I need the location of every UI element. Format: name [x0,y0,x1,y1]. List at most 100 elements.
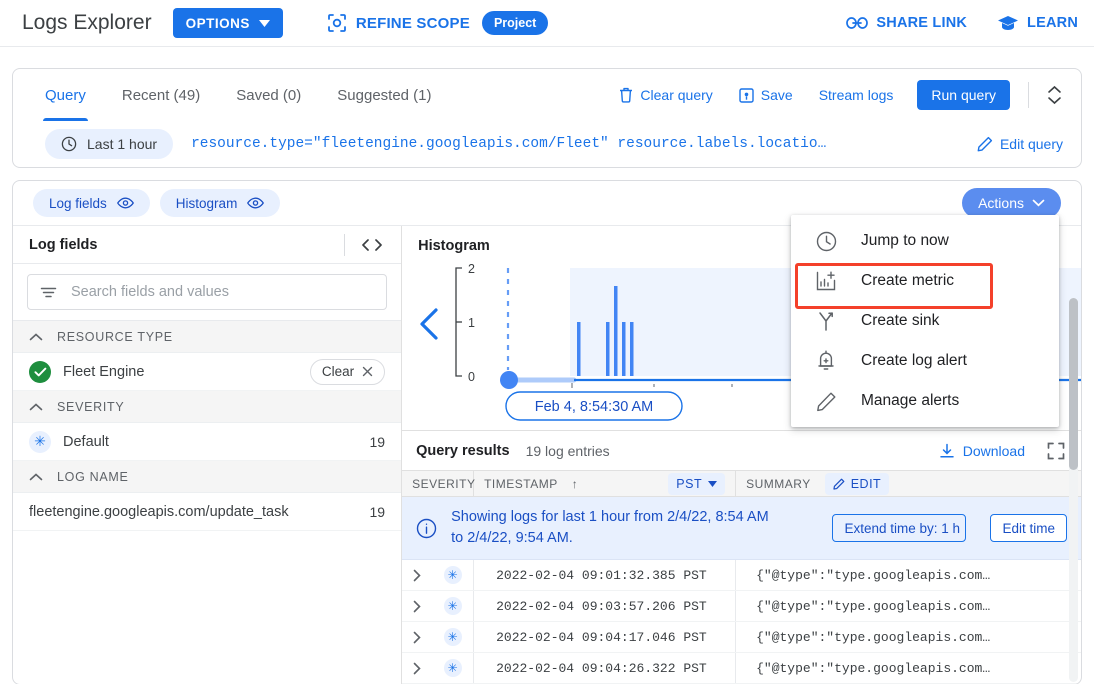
toggle-log-fields[interactable]: Log fields [33,189,150,217]
pencil-icon [815,390,837,412]
stream-logs-button[interactable]: Stream logs [819,87,894,103]
expand-row-icon[interactable] [402,653,432,683]
caret-down-icon [258,19,270,27]
expand-row-icon[interactable] [402,622,432,652]
menu-item-jump-to-now[interactable]: Jump to now [791,221,1059,261]
actions-button[interactable]: Actions [962,188,1061,218]
menu-item-label: Create log alert [861,352,967,369]
run-query-button[interactable]: Run query [917,80,1010,110]
eye-icon [247,197,265,209]
svg-text:1: 1 [468,316,475,330]
chart-add-icon [815,270,837,292]
field-row-update-task[interactable]: fleetengine.googleapis.com/update_task 1… [13,493,402,531]
field-label: Default [63,433,109,450]
table-row[interactable]: ✳ 2022-02-04 09:04:17.046 PST {"@type":"… [402,622,1081,653]
menu-item-create-metric[interactable]: Create metric [791,261,1059,301]
column-severity[interactable]: SEVERITY [402,471,475,496]
project-scope-chip[interactable]: Project [481,11,549,35]
check-circle-icon [29,360,51,383]
tab-query[interactable]: Query [27,69,104,121]
results-scrollbar[interactable] [1069,298,1078,682]
link-icon [846,16,869,30]
edit-summary-fields-button[interactable]: EDIT [824,472,890,495]
group-header-resource-type[interactable]: RESOURCE TYPE [13,321,402,353]
tab-suggested-label: Suggested (1) [337,86,432,104]
row-summary: {"@type":"type.googleapis.com… [756,660,991,676]
edit-time-button[interactable]: Edit time [990,514,1067,542]
row-severity: ✳ [432,591,475,621]
refine-scope-button[interactable]: REFINE SCOPE [327,13,470,33]
expand-collapse-button[interactable] [1041,85,1067,105]
fullscreen-icon[interactable] [1047,442,1065,460]
clock-icon [815,230,837,252]
log-fields-search-wrap [13,264,402,321]
tab-saved[interactable]: Saved (0) [218,69,319,121]
query-input-row: Last 1 hour resource.type="fleetengine.g… [13,121,1081,167]
save-icon [739,87,754,103]
severity-default-icon: ✳ [443,566,462,584]
tab-saved-label: Saved (0) [236,86,302,104]
sink-merge-icon [815,310,837,332]
group-header-log-name[interactable]: LOG NAME [13,461,402,493]
menu-item-create-sink[interactable]: Create sink [791,301,1059,341]
scrollbar-thumb[interactable] [1069,298,1078,470]
column-summary[interactable]: SUMMARY EDIT [736,471,1081,496]
download-button[interactable]: Download [939,443,1025,459]
log-fields-title: Log fields [29,236,98,253]
project-chip-label: Project [493,16,537,30]
clear-query-button[interactable]: Clear query [619,87,713,103]
table-row[interactable]: ✳ 2022-02-04 09:03:57.206 PST {"@type":"… [402,591,1081,622]
table-row[interactable]: ✳ 2022-02-04 09:01:32.385 PST {"@type":"… [402,560,1081,591]
edit-query-button[interactable]: Edit query [977,136,1063,152]
expand-row-icon[interactable] [402,591,432,621]
field-row-fleet-engine[interactable]: Fleet Engine Clear [13,353,402,391]
learn-button[interactable]: LEARN [997,15,1078,31]
menu-item-manage-alerts[interactable]: Manage alerts [791,381,1059,421]
svg-text:2: 2 [468,262,475,276]
chevron-down-icon [1032,199,1045,207]
row-timestamp: 2022-02-04 09:01:32.385 PST [474,560,737,590]
edit-query-label: Edit query [999,136,1063,152]
stream-logs-label: Stream logs [818,87,894,103]
search-box[interactable] [27,274,388,310]
svg-text:0: 0 [468,370,475,384]
group-header-severity[interactable]: SEVERITY [13,391,402,423]
timezone-selector[interactable]: PST [668,472,726,495]
close-icon [362,366,373,377]
query-tabs-row: Query Recent (49) Saved (0) Suggested (1… [13,69,1081,121]
row-timestamp: 2022-02-04 09:04:17.046 PST [474,622,737,652]
options-button[interactable]: OPTIONS [172,8,283,38]
query-text[interactable]: resource.type="fleetengine.googleapis.co… [191,136,963,152]
clear-filter-button[interactable]: Clear [309,358,386,385]
column-timestamp-label: TIMESTAMP [484,476,558,491]
column-timestamp[interactable]: TIMESTAMP ↑ PST [474,471,737,496]
info-icon [416,518,437,539]
trash-icon [619,87,633,103]
log-fields-toggle-label: Log fields [49,195,107,211]
toggle-histogram[interactable]: Histogram [159,189,281,217]
time-range-chip[interactable]: Last 1 hour [45,129,174,159]
search-input[interactable] [69,283,375,301]
group-label: RESOURCE TYPE [57,329,173,344]
row-summary: {"@type":"type.googleapis.com… [756,598,991,614]
tab-recent[interactable]: Recent (49) [104,69,218,121]
tab-suggested[interactable]: Suggested (1) [319,69,449,121]
severity-default-icon: ✳ [443,659,462,677]
row-summary: {"@type":"type.googleapis.com… [756,629,991,645]
code-brackets-icon[interactable] [359,238,385,252]
extend-time-button[interactable]: Extend time by: 1 h [832,514,967,542]
sort-asc-icon: ↑ [571,476,579,491]
share-link-button[interactable]: SHARE LINK [846,15,967,31]
menu-item-create-log-alert[interactable]: Create log alert [791,341,1059,381]
refine-scope-label: REFINE SCOPE [355,14,470,32]
header-divider [344,233,346,256]
table-row[interactable]: ✳ 2022-02-04 09:04:26.322 PST {"@type":"… [402,653,1081,684]
expand-row-icon[interactable] [402,560,432,590]
log-rows: ✳ 2022-02-04 09:01:32.385 PST {"@type":"… [402,560,1081,684]
log-fields-pane: Log fields Search fields and values RESO… [13,226,403,684]
severity-default-icon: ✳ [29,430,51,453]
actions-label: Actions [978,195,1024,211]
save-query-button[interactable]: Save [739,87,793,103]
learn-label: LEARN [1027,15,1078,31]
field-row-default-severity[interactable]: ✳ Default 19 [13,423,402,461]
